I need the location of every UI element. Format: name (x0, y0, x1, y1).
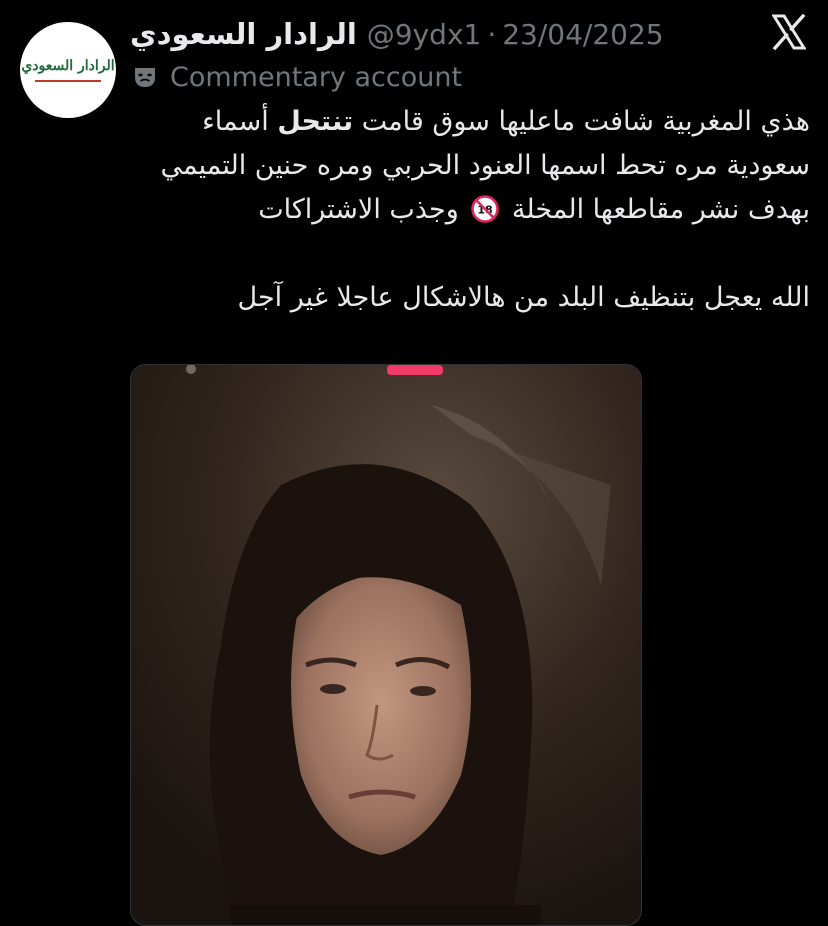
tweet-text-part: وجذب الاشتراكات (258, 194, 468, 225)
tweet-text-part: الله يعجل بتنظيف البلد من هالاشكال عاجلا… (237, 282, 810, 313)
video-thumbnail[interactable] (130, 364, 642, 926)
avatar-logo-text: الرادار السعودي (21, 58, 115, 74)
theater-mask-icon (135, 68, 155, 87)
x-logo-icon[interactable] (772, 14, 806, 50)
user-handle[interactable]: @9ydx1 (367, 18, 482, 51)
tweet-text-bold: تنتحل (277, 106, 354, 137)
account-label-text: Commentary account (170, 61, 463, 93)
account-label: Commentary account (134, 60, 462, 94)
header-separator: · (487, 17, 497, 51)
no-one-under-18-emoji: 18 (471, 195, 500, 223)
live-indicator (387, 365, 443, 375)
display-name[interactable]: الرادار السعودي (130, 17, 357, 51)
tweet-text-part: هذي المغربية شافت ماعليها سوق قامت (353, 106, 810, 137)
tweet-header: الرادار السعودي @9ydx1 · 23/04/2025 (130, 14, 664, 54)
video-frame (131, 365, 641, 925)
tweet-text: هذي المغربية شافت ماعليها سوق قامت تنتحل… (128, 100, 810, 320)
avatar-logo-underline (35, 80, 101, 82)
tweet-date[interactable]: 23/04/2025 (502, 18, 663, 51)
avatar[interactable]: الرادار السعودي (20, 22, 116, 118)
